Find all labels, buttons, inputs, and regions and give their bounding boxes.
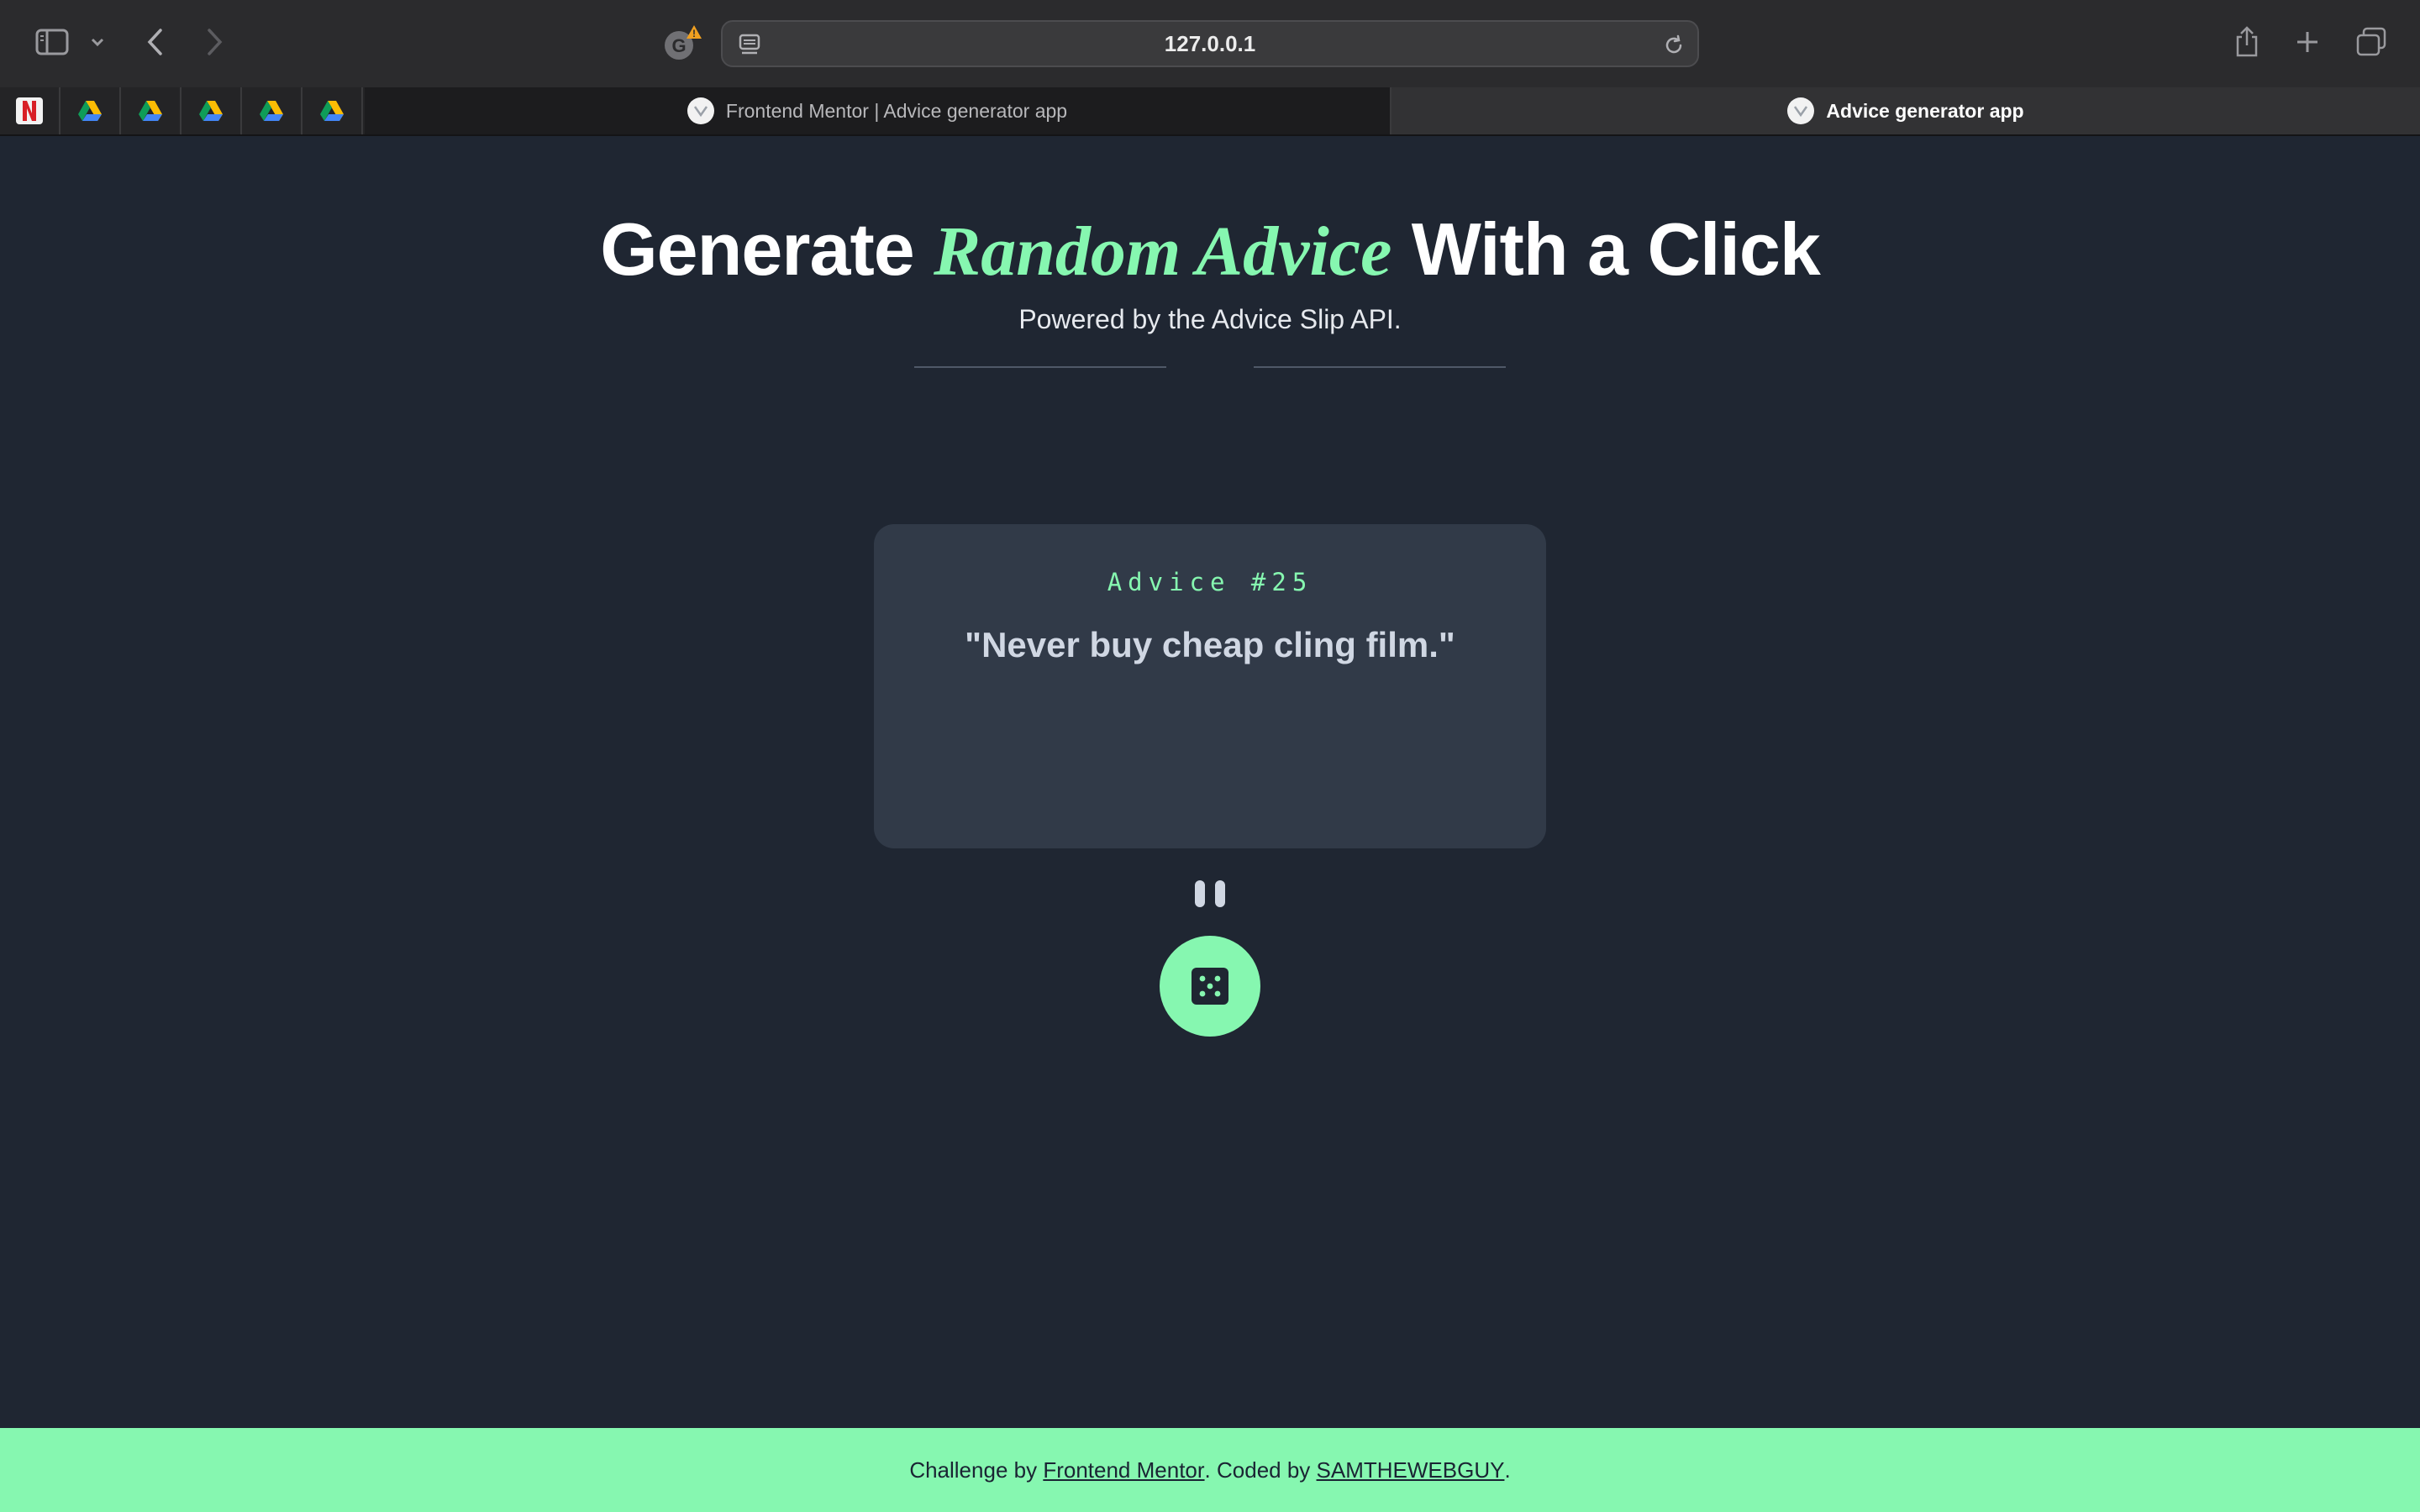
grammarly-extension-icon[interactable]: G! <box>660 22 704 66</box>
tab-title: Frontend Mentor | Advice generator app <box>725 99 1068 122</box>
tab-overview-icon[interactable] <box>2353 25 2390 59</box>
new-tab-plus-icon[interactable] <box>2291 25 2324 59</box>
title-suffix: With a Click <box>1392 207 1821 291</box>
page-subtitle: Powered by the Advice Slip API. <box>1018 304 1402 334</box>
google-drive-icon <box>260 101 283 121</box>
url-text[interactable]: 127.0.0.1 <box>723 22 1697 66</box>
svg-text:!: ! <box>692 28 696 39</box>
advice-quote: "Never buy cheap cling film." <box>965 625 1455 664</box>
google-drive-icon <box>320 101 344 121</box>
sidebar-toggle-icon[interactable] <box>32 25 72 59</box>
forward-arrow-icon[interactable] <box>198 24 232 60</box>
tab-title: Advice generator app <box>1826 99 2024 122</box>
google-drive-icon <box>199 101 223 121</box>
netflix-icon <box>16 97 43 124</box>
advice-card: Advice #25 "Never buy cheap cling film." <box>874 524 1546 848</box>
frontend-mentor-link[interactable]: Frontend Mentor <box>1043 1457 1204 1483</box>
google-drive-icon <box>139 101 162 121</box>
address-bar[interactable]: 127.0.0.1 <box>721 20 1699 67</box>
footer-suffix: . <box>1504 1457 1511 1483</box>
pinned-tab-drive-3[interactable] <box>182 87 242 134</box>
pinned-tab-drive-1[interactable] <box>60 87 121 134</box>
author-link[interactable]: SAMTHEWEBGUY <box>1317 1457 1505 1483</box>
google-drive-icon <box>78 101 102 121</box>
back-arrow-icon[interactable] <box>138 24 171 60</box>
browser-toolbar: G! 127.0.0.1 <box>0 0 2420 87</box>
pinned-tab-drive-4[interactable] <box>242 87 302 134</box>
advice-id-label: Advice #25 <box>1107 568 1313 596</box>
title-prefix: Generate <box>600 207 934 291</box>
pinned-tab-drive-2[interactable] <box>121 87 182 134</box>
share-icon[interactable] <box>2230 22 2264 62</box>
divider-right <box>1254 366 1506 368</box>
page-title: Generate Random Advice With a Click <box>0 203 2420 298</box>
tab-bar: Frontend Mentor | Advice generator app A… <box>0 87 2420 136</box>
dice-icon <box>1192 968 1228 1005</box>
advice-app-favicon-icon <box>1787 97 1815 124</box>
footer-prefix: Challenge by <box>909 1457 1038 1483</box>
tab-advice-generator[interactable]: Advice generator app <box>1392 87 2420 134</box>
browser-window: G! 127.0.0.1 Frontend Mentor | Advice ge… <box>0 0 2420 1512</box>
reload-icon[interactable] <box>1660 32 1687 59</box>
pinned-tab-drive-5[interactable] <box>302 87 363 134</box>
pause-divider-icon <box>1190 880 1230 907</box>
chevron-down-icon[interactable] <box>86 29 109 55</box>
dice-button[interactable] <box>1160 936 1260 1037</box>
footer-middle: . Coded by <box>1204 1457 1311 1483</box>
frontend-mentor-favicon-icon <box>687 97 714 124</box>
pinned-tab-netflix[interactable] <box>0 87 60 134</box>
svg-text:G: G <box>671 35 686 56</box>
attribution-footer: Challenge by Frontend Mentor. Coded by S… <box>0 1428 2420 1512</box>
tab-frontend-mentor[interactable]: Frontend Mentor | Advice generator app <box>365 87 1392 134</box>
title-accent: Random Advice <box>934 213 1392 291</box>
divider-left <box>914 366 1166 368</box>
